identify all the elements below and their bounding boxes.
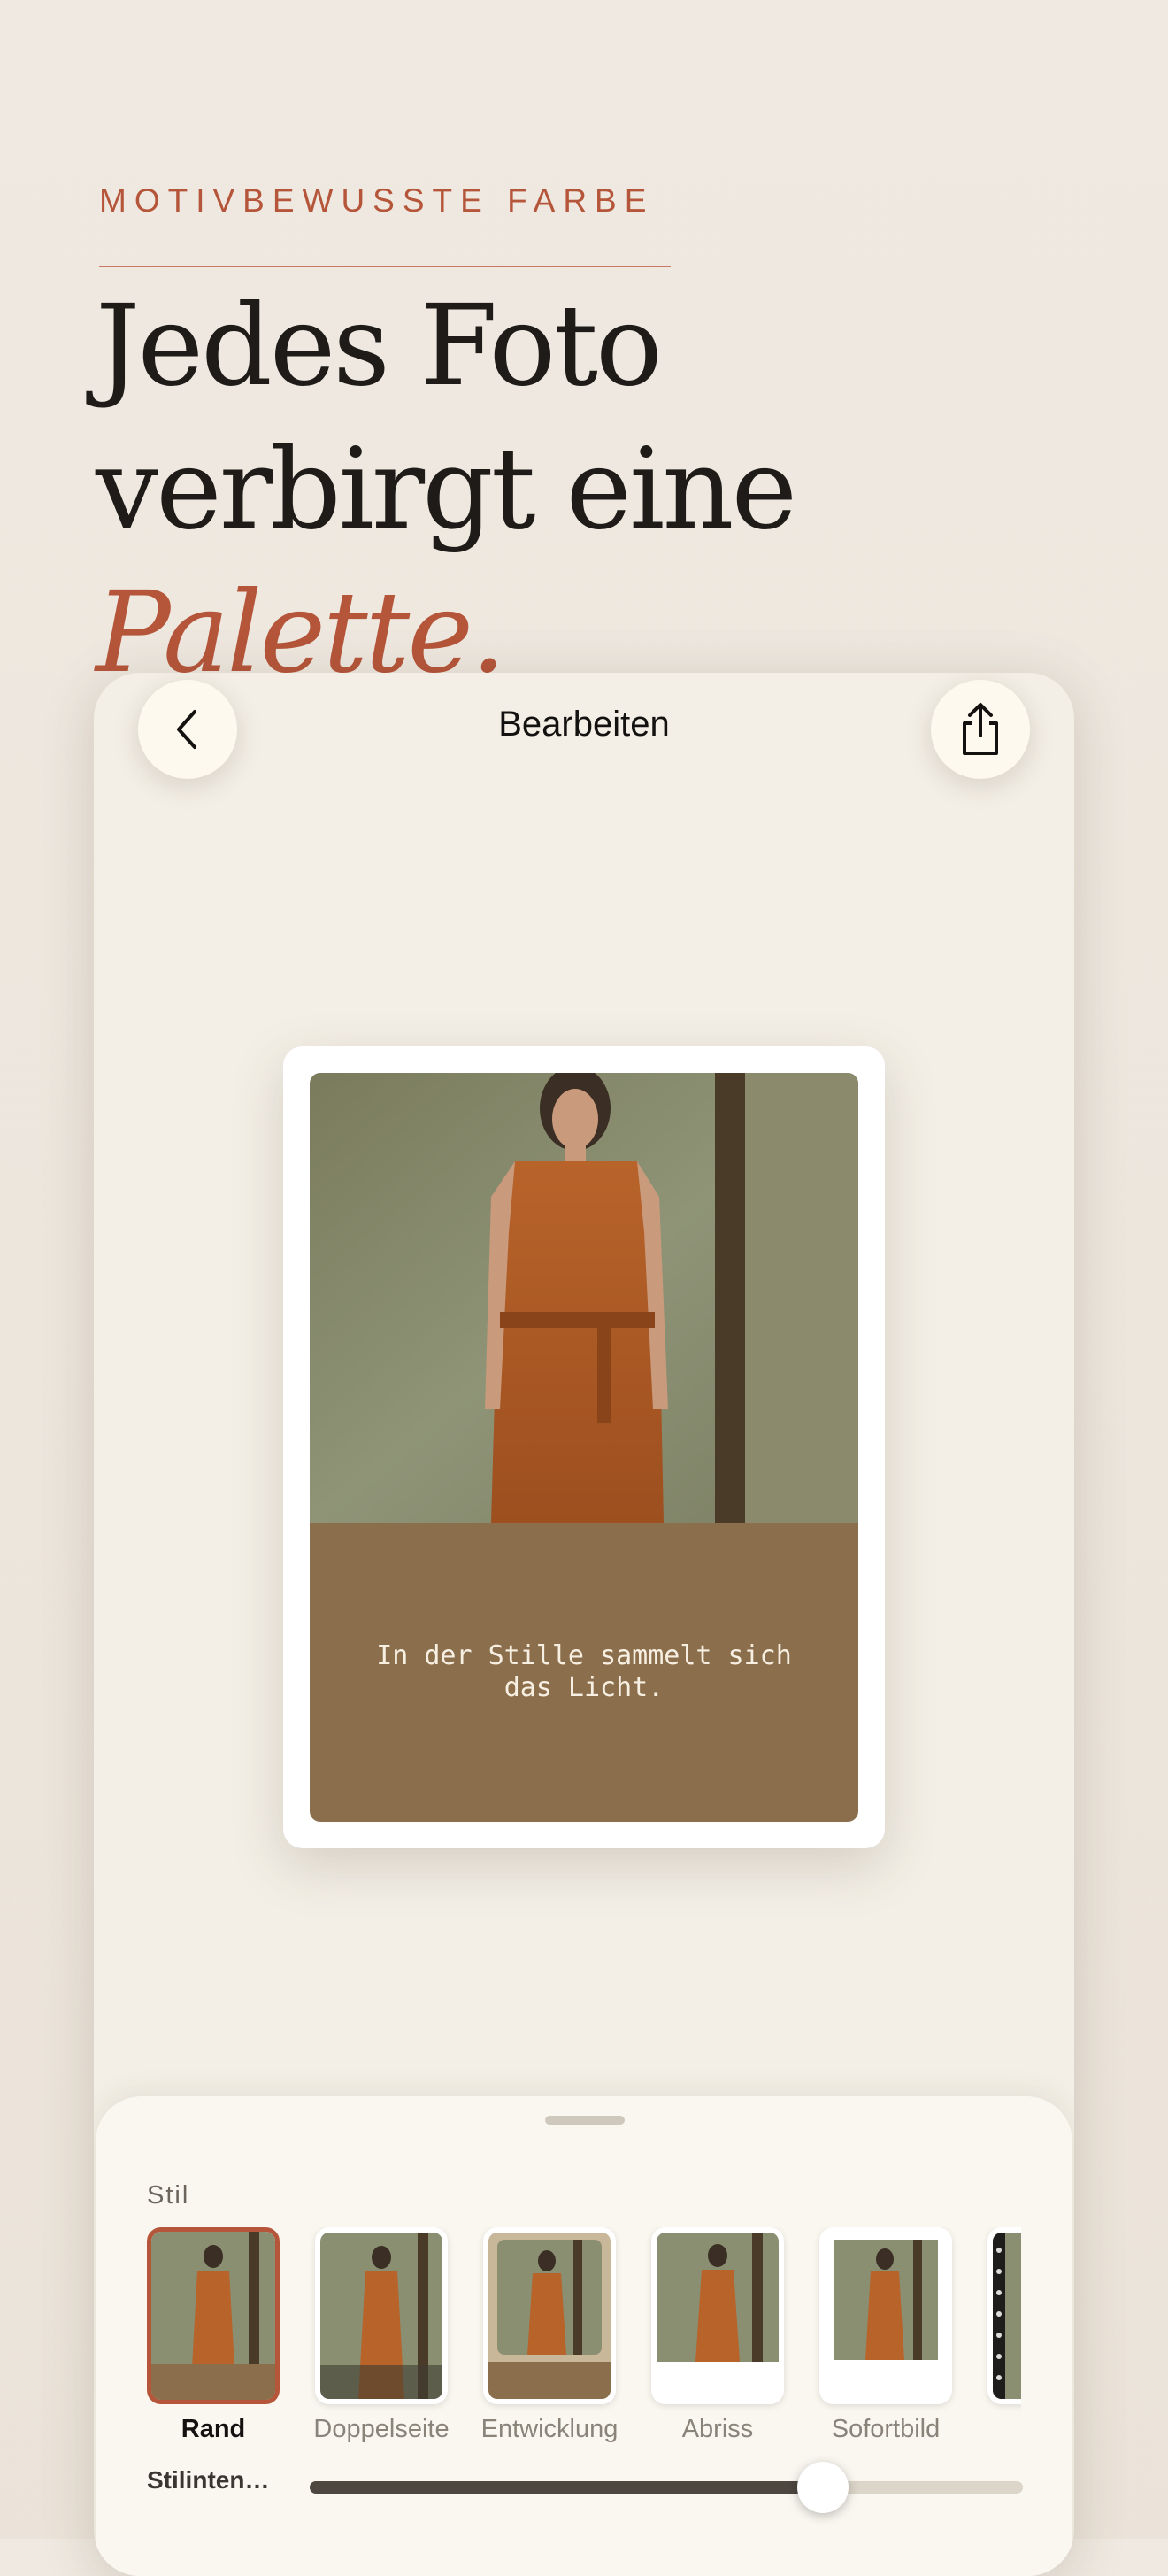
- style-carousel[interactable]: Rand Doppelseite Entwicklung Abriss Sofo…: [147, 2227, 1021, 2484]
- style-option-rand[interactable]: Rand: [147, 2227, 280, 2443]
- photo: [310, 1073, 858, 1523]
- style-thumb: [651, 2227, 784, 2404]
- caption-panel: In der Stille sammelt sich das Licht.: [310, 1523, 858, 1822]
- eyebrow-label: MOTIVBEWUSSTE FARBE: [99, 182, 655, 219]
- style-thumb: [819, 2227, 952, 2404]
- headline: Jedes Foto verbirgt eine Palette.: [96, 274, 797, 705]
- style-option-sofortbild[interactable]: Sofortbild: [819, 2227, 952, 2443]
- headline-line-1: Jedes Foto: [96, 281, 663, 411]
- slider-fill: [310, 2481, 824, 2494]
- style-label: Abriss: [681, 2415, 754, 2443]
- style-label: Rand: [181, 2415, 246, 2443]
- style-thumb: [147, 2227, 280, 2404]
- style-thumb: [483, 2227, 616, 2404]
- style-label: Doppelseite: [313, 2415, 450, 2443]
- style-sheet: Stil Rand Doppelseite Entwicklung Abriss…: [96, 2096, 1072, 2576]
- style-option-abriss[interactable]: Abriss: [651, 2227, 784, 2443]
- photo-card[interactable]: In der Stille sammelt sich das Licht.: [283, 1046, 885, 1848]
- portrait-photo: [310, 1073, 858, 1523]
- divider: [99, 266, 671, 267]
- style-option-doppelseite[interactable]: Doppelseite: [313, 2227, 450, 2443]
- caption-text[interactable]: In der Stille sammelt sich das Licht.: [354, 1640, 814, 1704]
- share-button[interactable]: [931, 680, 1030, 779]
- headline-line-2: verbirgt eine: [96, 424, 797, 554]
- style-thumb: [315, 2227, 448, 2404]
- style-section-label: Stil: [147, 2181, 190, 2210]
- style-label: F: [961, 2415, 1021, 2444]
- style-thumb: [987, 2227, 1021, 2404]
- style-option-entwicklung[interactable]: Entwicklung: [481, 2227, 618, 2443]
- editor-screen: Bearbeiten In der Stille sammelt sich da…: [94, 673, 1074, 2576]
- style-option-f[interactable]: F: [987, 2227, 1021, 2404]
- sheet-grabber[interactable]: [545, 2116, 625, 2125]
- style-label: Entwicklung: [480, 2415, 619, 2443]
- screen-title: Bearbeiten: [498, 705, 670, 744]
- share-icon: [963, 703, 998, 755]
- slider-thumb[interactable]: [797, 2462, 849, 2513]
- style-label: Sofortbild: [831, 2415, 941, 2443]
- style-intensity-slider[interactable]: [310, 2462, 1023, 2513]
- style-intensity-label: Stilinten…: [147, 2466, 270, 2494]
